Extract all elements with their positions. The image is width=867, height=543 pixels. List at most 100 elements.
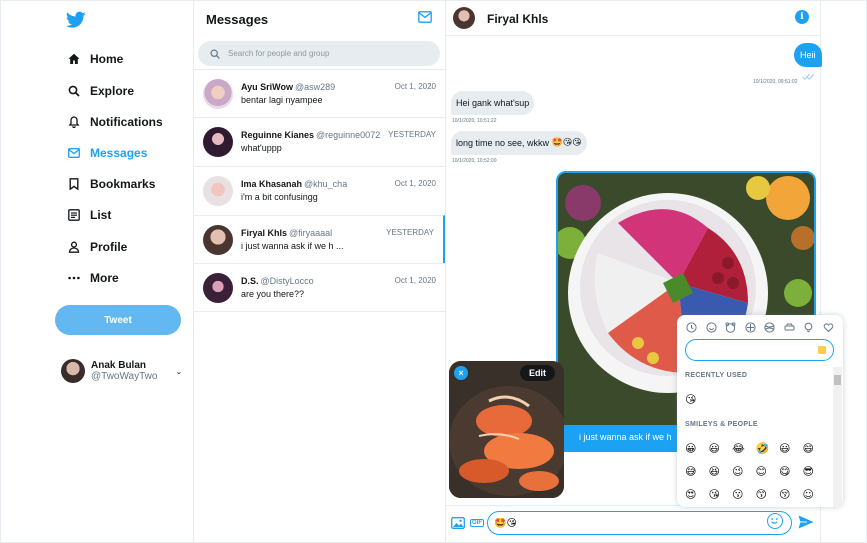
bell-icon [67, 115, 81, 129]
conversation-handle: @asw289 [295, 82, 336, 92]
image-upload-icon[interactable] [451, 517, 465, 529]
emoji-picker-button[interactable] [767, 513, 783, 529]
emoji-search-input[interactable] [694, 345, 819, 355]
conversation-name: Reguinne Kianes [241, 130, 315, 140]
emoji-button[interactable]: 🤣 [756, 442, 780, 455]
emoji-button[interactable]: 😙 [756, 488, 780, 501]
nav-bookmarks-label: Bookmarks [90, 177, 156, 191]
emoji-row: 😅 😆 😉 😊 😋 😎 [685, 465, 826, 478]
emoji-button[interactable]: 😉 [732, 465, 756, 478]
conversation-item[interactable]: D.S. @DistyLocco Oct 1, 2020 are you ther… [194, 263, 445, 312]
emoji-button[interactable]: 😗 [732, 488, 756, 501]
sidebar: Home Explore Notifications Messages Book… [0, 0, 194, 543]
nav-notifications-label: Notifications [90, 115, 163, 129]
account-switcher[interactable]: Anak Bulan @TwoWayTwo ⌄ [61, 359, 182, 383]
car-icon [784, 323, 795, 330]
conversation-handle: @firyaaaal [289, 228, 333, 238]
info-icon[interactable]: i [795, 10, 809, 24]
tweet-button[interactable]: Tweet [55, 305, 181, 335]
list-icon [67, 208, 81, 222]
emoji-button[interactable]: 😘 [685, 393, 709, 406]
message-field[interactable] [487, 511, 792, 535]
emoji-category-tabs [682, 320, 843, 334]
emoji-button[interactable]: 😄 [803, 442, 827, 455]
emoji-button[interactable]: 😂 [732, 442, 756, 455]
nav-list[interactable]: List [67, 204, 111, 226]
conversation-item[interactable]: Ima Khasanah @khu_cha Oct 1, 2020 i'm a b… [194, 166, 445, 214]
avatar[interactable] [453, 7, 475, 29]
avatar [203, 79, 233, 109]
account-name: Anak Bulan [91, 360, 147, 371]
conversation-preview: what'uppp [241, 143, 282, 153]
conversation-item[interactable]: Ayu SriWow @asw289 Oct 1, 2020 bentar lag… [194, 69, 445, 117]
emoji-button[interactable]: 😋 [779, 465, 803, 478]
emoji-button[interactable]: 😃 [779, 442, 803, 455]
tab-smileys[interactable] [702, 320, 722, 334]
chat-header: Firyal Khls i [446, 0, 821, 36]
nav-home-label: Home [90, 52, 124, 66]
nav-explore[interactable]: Explore [67, 80, 134, 102]
twitter-bird-icon[interactable] [66, 11, 86, 29]
emoji-button[interactable]: 😆 [709, 465, 733, 478]
skin-tone-selector[interactable] [818, 346, 826, 354]
tab-food[interactable] [741, 320, 761, 334]
nav-home[interactable]: Home [67, 48, 123, 70]
flag-icon [842, 322, 843, 333]
emoji-button[interactable]: 😃 [709, 442, 733, 455]
animal-icon [725, 321, 736, 333]
emoji-button[interactable]: 😘 [709, 488, 733, 501]
bookmark-icon [67, 177, 81, 191]
new-message-icon[interactable] [418, 11, 432, 23]
scrollbar[interactable] [833, 367, 842, 507]
nav-notifications[interactable]: Notifications [67, 111, 163, 133]
conversation-preview: i'm a bit confusingg [241, 192, 318, 202]
scrollbar-thumb[interactable] [834, 375, 841, 385]
emoji-button[interactable]: ☺ [803, 488, 827, 501]
emoji-button[interactable]: 😀 [685, 442, 709, 455]
message-input[interactable] [494, 517, 764, 529]
message-emoji: 🤩😘😘 [551, 138, 582, 148]
crayfish-photo [449, 361, 564, 498]
tab-activity[interactable] [760, 320, 780, 334]
tab-objects[interactable] [799, 320, 819, 334]
nav-messages[interactable]: Messages [67, 142, 147, 164]
tab-flags[interactable] [838, 320, 843, 334]
conversation-date: Oct 1, 2020 [394, 179, 436, 188]
emoji-button[interactable]: 😚 [779, 488, 803, 501]
conversation-name: Ayu SriWow [241, 82, 294, 92]
remove-attachment-button[interactable]: × [454, 366, 468, 380]
avatar [203, 225, 233, 255]
emoji-button[interactable]: 😅 [685, 465, 709, 478]
conversation-name: Firyal Khls [241, 228, 288, 238]
tab-recent[interactable] [682, 320, 702, 334]
conversation-item[interactable]: Firyal Khls @firyaaaal YESTERDAY i just w… [194, 215, 445, 263]
emoji-button[interactable]: 😊 [756, 465, 780, 478]
avatar [203, 273, 233, 303]
send-icon[interactable] [798, 515, 814, 529]
conversation-handle: @DistyLocco [260, 276, 314, 286]
nav-profile-label: Profile [90, 240, 128, 254]
tab-symbols[interactable] [819, 320, 839, 334]
emoji-search-field[interactable] [685, 339, 834, 361]
recently-used-heading: RECENTLY USED [685, 372, 748, 379]
search-input[interactable] [228, 49, 428, 58]
edit-attachment-button[interactable]: Edit [520, 365, 555, 381]
nav-list-label: List [90, 208, 112, 222]
conversation-preview: i just wanna ask if we h ... [241, 241, 344, 251]
more-dots-icon [67, 271, 81, 285]
chat-title: Firyal Khls [487, 12, 549, 26]
emoji-button[interactable]: 😍 [685, 488, 709, 501]
recent-emoji-row: 😘 [685, 393, 709, 406]
emoji-button[interactable]: 😎 [803, 465, 827, 478]
attachment-preview: × Edit [449, 361, 564, 498]
search-bar[interactable] [198, 41, 440, 66]
nav-profile[interactable]: Profile [67, 236, 127, 258]
tab-travel[interactable] [780, 320, 800, 334]
received-message: long time no see, wkkw 🤩😘😘 [451, 131, 587, 155]
nav-more[interactable]: More [67, 267, 119, 289]
nav-bookmarks[interactable]: Bookmarks [67, 173, 155, 195]
tab-animals[interactable] [721, 320, 741, 334]
gif-button[interactable]: GIF [470, 519, 484, 527]
conversation-item[interactable]: Reguinne Kianes @reguinne0072 YESTERDAY w… [194, 117, 445, 165]
sent-message: Heii [794, 43, 822, 67]
